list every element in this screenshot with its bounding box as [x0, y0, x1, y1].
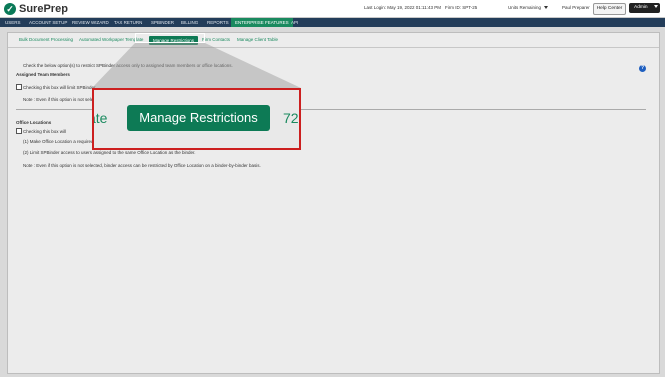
zoom-callout-beam	[92, 43, 301, 88]
zoom-left-fragment: ate	[94, 110, 108, 126]
spotlight-box	[135, 33, 205, 43]
zoom-callout: ate Manage Restrictions 72I	[92, 88, 301, 150]
zoom-right-fragment: 72I	[283, 110, 301, 126]
zoom-beam-shape	[92, 43, 301, 88]
manage-restrictions-button[interactable]: Manage Restrictions	[127, 105, 270, 131]
